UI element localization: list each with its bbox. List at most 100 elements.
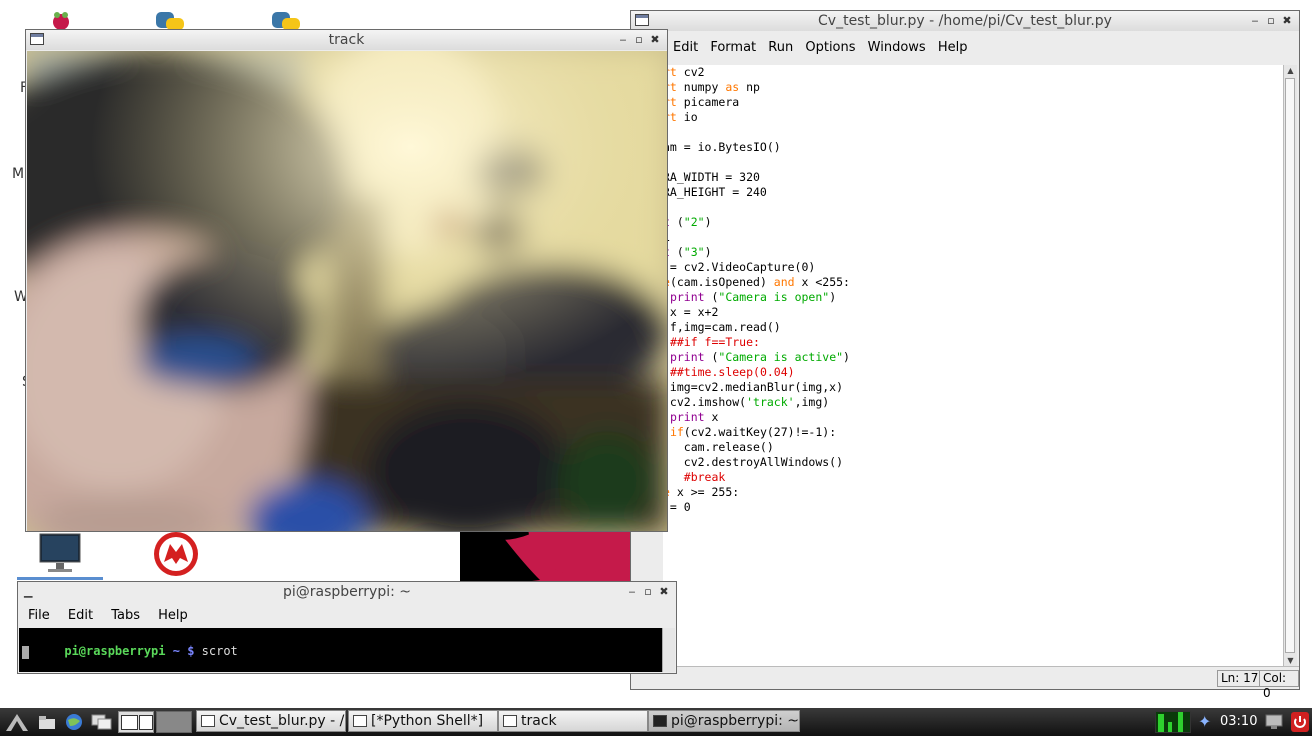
- code-line: #break: [663, 470, 850, 485]
- terminal-window[interactable]: ▁ pi@raspberrypi: ~ ‒ ▫ ✖ File Edit Tabs H…: [17, 581, 677, 674]
- code-token: and: [773, 275, 795, 289]
- code-token: = cv2.VideoCapture(0): [663, 260, 816, 274]
- menu-help[interactable]: Help: [158, 605, 188, 627]
- menu-format[interactable]: Format: [710, 37, 756, 59]
- task-terminal[interactable]: pi@raspberrypi: ~: [648, 710, 800, 732]
- minimize-icon[interactable]: ‒: [1247, 11, 1263, 31]
- menu-file[interactable]: File: [28, 605, 50, 627]
- track-titlebar[interactable]: track ‒ ▫ ✖: [26, 30, 667, 50]
- code-line: if(cv2.waitKey(27)!=-1):: [663, 425, 850, 440]
- code-token: (cv2.waitKey(27)!=-1):: [683, 425, 837, 439]
- code-token: ): [829, 290, 837, 304]
- code-line: print ("Camera is active"): [663, 350, 850, 365]
- task-track[interactable]: track: [498, 710, 648, 732]
- code-token: (: [704, 350, 719, 364]
- editor-titlebar[interactable]: Cv_test_blur.py - /home/pi/Cv_test_blur.…: [631, 11, 1299, 31]
- code-lines: rt cv2 rt numpy as np rt picamera rt io am …: [663, 65, 850, 515]
- desktop-pager-1[interactable]: [118, 711, 154, 733]
- minimize-icon[interactable]: ‒: [624, 582, 640, 602]
- code-token: (: [669, 245, 684, 259]
- file-manager-icon[interactable]: [38, 713, 56, 731]
- code-token: f,img=cam.read(): [663, 320, 781, 334]
- window-icon: [353, 715, 367, 727]
- code-token: RA_HEIGHT = 240: [663, 185, 767, 199]
- code-line: = cv2.VideoCapture(0): [663, 260, 850, 275]
- close-icon[interactable]: ✖: [647, 30, 663, 50]
- code-token: 'track': [746, 395, 795, 409]
- code-line: cam.release(): [663, 440, 850, 455]
- menu-edit[interactable]: Edit: [673, 37, 698, 59]
- maximize-icon[interactable]: ▫: [640, 582, 656, 602]
- terminal-window-icon: ▁: [24, 585, 33, 598]
- bluetooth-icon[interactable]: ✦: [1198, 712, 1211, 731]
- code-token: ): [843, 350, 850, 364]
- menu-help[interactable]: Help: [938, 37, 968, 59]
- code-line: print x: [663, 410, 850, 425]
- code-token: x <255:: [794, 275, 850, 289]
- desktop-icon-label: M: [12, 166, 25, 182]
- maximize-icon[interactable]: ▫: [631, 30, 647, 50]
- close-icon[interactable]: ✖: [656, 582, 672, 602]
- code-token: cam.release(): [663, 440, 774, 454]
- task-label: track: [521, 713, 557, 729]
- code-line: x = x+2: [663, 305, 850, 320]
- menu-edit[interactable]: Edit: [68, 605, 93, 627]
- code-line: e x >= 255:: [663, 485, 850, 500]
- code-line: cv2.destroyAllWindows(): [663, 455, 850, 470]
- power-icon[interactable]: [1290, 711, 1310, 733]
- code-token: cv2.destroyAllWindows(): [663, 455, 844, 469]
- code-token: cv2.imshow(: [663, 395, 747, 409]
- code-line: e(cam.isOpened) and x <255:: [663, 275, 850, 290]
- clock[interactable]: 03:10: [1220, 714, 1257, 729]
- menu-tabs[interactable]: Tabs: [111, 605, 140, 627]
- code-line: t ("3"): [663, 245, 850, 260]
- wolfram-icon[interactable]: [152, 530, 200, 578]
- task-label: [*Python Shell*]: [371, 713, 484, 729]
- terminal-scrollbar[interactable]: [662, 628, 675, 672]
- minimize-icon[interactable]: ‒: [615, 30, 631, 50]
- menu-options[interactable]: Options: [805, 37, 855, 59]
- track-title: track: [328, 32, 365, 48]
- editor-scrollbar[interactable]: ▲ ▼: [1283, 65, 1297, 667]
- task-label: pi@raspberrypi: ~: [671, 713, 800, 729]
- screen-lock-icon[interactable]: [1264, 712, 1284, 732]
- idle-editor-window[interactable]: Cv_test_blur.py - /home/pi/Cv_test_blur.…: [630, 10, 1300, 700]
- task-editor[interactable]: Cv_test_blur.py - /...: [196, 710, 346, 732]
- code-token: am = io.BytesIO(): [663, 140, 781, 154]
- code-editor[interactable]: rt cv2 rt numpy as np rt picamera rt io am …: [663, 65, 1287, 667]
- maximize-icon[interactable]: ▫: [1263, 11, 1279, 31]
- window-icon: [30, 33, 44, 45]
- task-python-shell[interactable]: [*Python Shell*]: [348, 710, 498, 732]
- editor-statusbar: Ln: 17 Col: 0: [631, 666, 1299, 700]
- window-icon: [201, 715, 215, 727]
- track-window[interactable]: track ‒ ▫ ✖: [25, 29, 668, 532]
- scroll-thumb[interactable]: [1285, 78, 1295, 653]
- scroll-up-icon[interactable]: ▲: [1284, 65, 1297, 77]
- menu-windows[interactable]: Windows: [868, 37, 926, 59]
- terminal-cursor: [22, 646, 29, 659]
- code-token: (cam.isOpened): [669, 275, 774, 289]
- raspberry-icon[interactable]: [48, 10, 74, 30]
- code-line: rt numpy as np: [663, 80, 850, 95]
- code-line: rt cv2: [663, 65, 850, 80]
- code-token: "2": [683, 215, 705, 229]
- python-icon[interactable]: [266, 8, 306, 30]
- terminal-titlebar[interactable]: ▁ pi@raspberrypi: ~ ‒ ▫ ✖: [18, 582, 676, 602]
- terminal-menubar: File Edit Tabs Help: [20, 605, 676, 627]
- code-line: = 0: [663, 500, 850, 515]
- terminal-output[interactable]: pi@raspberrypi ~ $ scrot: [19, 628, 663, 672]
- close-icon[interactable]: ✖: [1279, 11, 1295, 31]
- menu-launcher-icon[interactable]: [4, 711, 30, 733]
- windows-icon[interactable]: [91, 713, 113, 731]
- code-token: cv2: [676, 65, 705, 79]
- code-token: #break: [683, 470, 726, 484]
- browser-icon[interactable]: [64, 712, 84, 732]
- code-line: rt picamera: [663, 95, 850, 110]
- desktop-pager-2[interactable]: [156, 711, 192, 733]
- code-token: as: [725, 80, 740, 94]
- editor-title: Cv_test_blur.py - /home/pi/Cv_test_blur.…: [818, 13, 1112, 29]
- monitor-icon[interactable]: [36, 532, 84, 578]
- python-icon[interactable]: [150, 8, 190, 30]
- menu-run[interactable]: Run: [768, 37, 793, 59]
